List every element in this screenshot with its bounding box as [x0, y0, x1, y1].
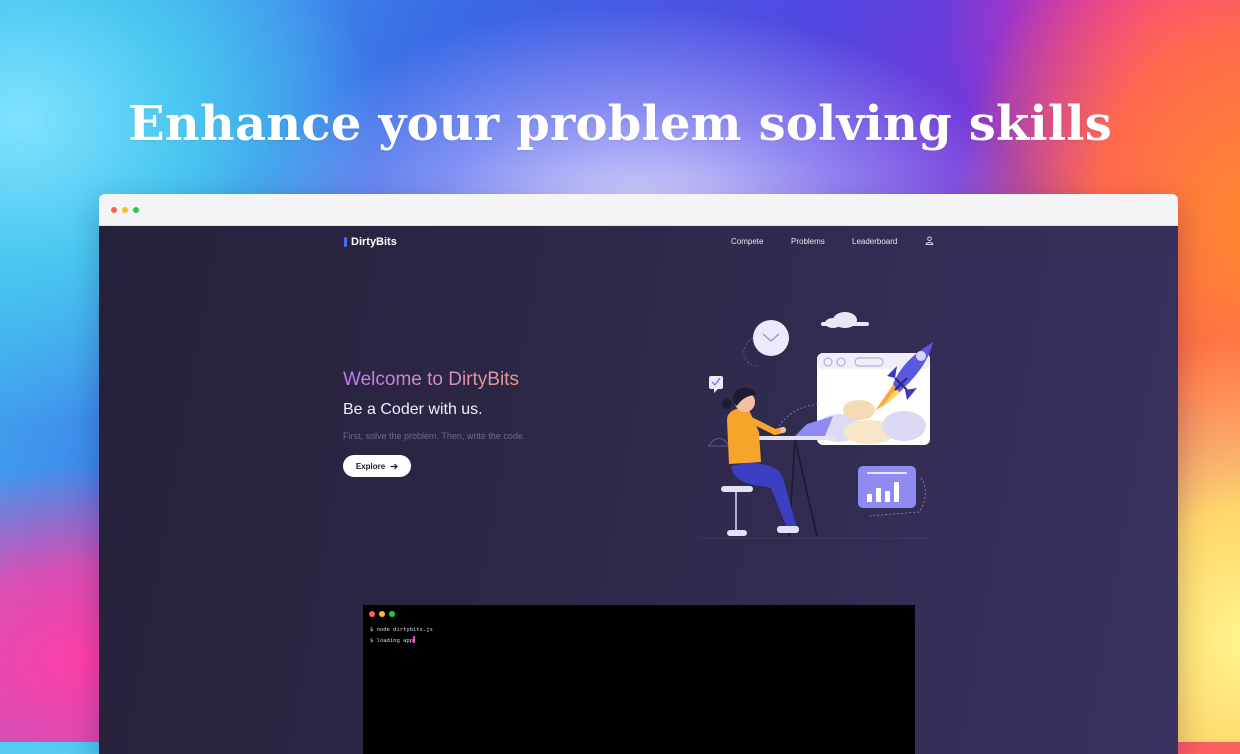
terminal-window: $ node dirtybits.js $ loading app: [363, 605, 915, 754]
site-logo[interactable]: DirtyBits: [344, 236, 397, 248]
terminal-minimize-dot: [379, 611, 385, 617]
window-minimize-dot[interactable]: [122, 207, 128, 213]
bar-chart-icon: [858, 466, 926, 517]
browser-window: DirtyBits Compete Problems Leaderboard W…: [99, 194, 1178, 754]
nav-problems[interactable]: Problems: [791, 237, 825, 246]
developer-illustration: [699, 312, 933, 539]
logo-mark-icon: [344, 237, 347, 247]
terminal-line-text: $ loading app: [370, 638, 414, 644]
hero-subtitle: Be a Coder with us.: [343, 401, 483, 418]
user-icon[interactable]: [925, 236, 934, 245]
terminal-line-active: $ loading app: [370, 636, 416, 644]
window-close-dot[interactable]: [111, 207, 117, 213]
clock-icon: [743, 320, 789, 367]
window-maximize-dot[interactable]: [133, 207, 139, 213]
chat-check-icon: [709, 376, 723, 393]
cloud-icon: [821, 312, 869, 328]
site-viewport: DirtyBits Compete Problems Leaderboard W…: [99, 226, 1178, 754]
terminal-cursor: [413, 636, 416, 643]
terminal-maximize-dot: [389, 611, 395, 617]
arrow-right-icon: [390, 463, 399, 469]
hero-title: Welcome to DirtyBits: [343, 369, 519, 390]
explore-button-label: Explore: [355, 461, 386, 471]
stool-graphic: [721, 486, 753, 536]
explore-button[interactable]: Explore: [343, 455, 411, 477]
terminal-line: $ node dirtybits.js: [370, 627, 433, 633]
logo-text: DirtyBits: [351, 236, 397, 248]
nav-compete[interactable]: Compete: [731, 237, 763, 246]
terminal-close-dot: [369, 611, 375, 617]
browser-title-bar: [99, 194, 1178, 226]
hero-tagline: First, solve the problem. Then, write th…: [343, 431, 526, 441]
page-headline: Enhance your problem solving skills: [128, 96, 1112, 152]
nav-leaderboard[interactable]: Leaderboard: [852, 237, 897, 246]
person-graphic: [722, 387, 799, 533]
